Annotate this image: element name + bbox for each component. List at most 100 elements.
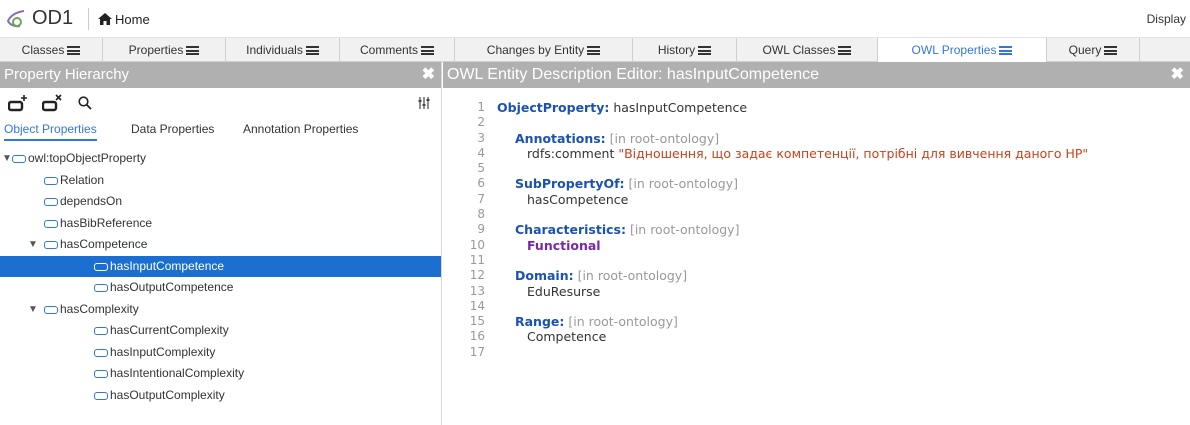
code-text: hasCompetence [527, 192, 628, 207]
line-number: 15 [469, 314, 485, 329]
object-property-icon [94, 370, 108, 378]
line-number: 14 [469, 298, 485, 313]
tree-node-label: hasCurrentComplexity [110, 323, 229, 337]
tab-query[interactable]: Query [1047, 38, 1140, 62]
subtab-object-properties[interactable]: Object Properties [4, 122, 97, 141]
tab-history[interactable]: History [633, 38, 737, 62]
object-property-icon [44, 219, 58, 228]
tree-node[interactable]: hasBibReference [0, 213, 441, 235]
line-number: 1 [477, 100, 485, 114]
sort-options-icon[interactable] [418, 97, 432, 109]
tab-individuals[interactable]: Individuals [226, 38, 340, 62]
object-property-icon [12, 155, 26, 163]
code-text: EduResurse [527, 284, 600, 299]
tree-node[interactable]: hasInputComplexity [0, 342, 441, 364]
code-line: 11 [443, 253, 1190, 268]
line-number: 7 [477, 191, 485, 206]
tab-label: Individuals [246, 43, 303, 57]
tree-node[interactable]: ▼ owl:topObjectProperty [0, 148, 441, 170]
code-token: hasInputCompetence [609, 100, 748, 115]
tree-node[interactable]: hasOutputCompetence [0, 277, 441, 299]
home-link[interactable]: Home [98, 10, 150, 28]
tree-node-label: hasOutputCompetence [110, 280, 234, 294]
search-icon[interactable] [78, 96, 92, 110]
line-number: 3 [477, 130, 485, 145]
tab-classes[interactable]: Classes [0, 38, 103, 62]
tab-properties[interactable]: Properties [103, 38, 226, 62]
object-property-icon [94, 391, 108, 400]
tab-label: Classes [21, 43, 65, 57]
top-bar: OD1 Home Display [0, 0, 1190, 38]
code-token: [in root-ontology] [573, 268, 688, 284]
code-line: 14 [443, 299, 1190, 314]
code-token: Characteristics: [515, 222, 626, 238]
code-line: 16 Competence [443, 329, 1190, 344]
object-property-icon [94, 348, 108, 357]
tab-label: OWL Classes [762, 43, 836, 57]
tab-comments[interactable]: Comments [340, 38, 455, 62]
tab-changes-by-entity[interactable]: Changes by Entity [455, 38, 633, 62]
tree-node[interactable]: ▼ hasCompetence [0, 234, 441, 256]
code-token: Domain: [515, 268, 574, 284]
object-property-icon [44, 241, 58, 249]
home-label: Home [115, 11, 150, 27]
tab-owl-properties[interactable]: OWL Properties [878, 38, 1047, 63]
subtab-data-properties[interactable]: Data Properties [131, 122, 214, 136]
code-token: EduResurse [527, 283, 601, 299]
code-text: Competence [527, 329, 606, 344]
code-token: [in root-ontology] [624, 176, 739, 192]
tree-node[interactable]: dependsOn [0, 191, 441, 213]
code-editor[interactable]: 1 ObjectProperty: hasInputCompetence 2 3 Ann… [443, 100, 1190, 360]
code-line: 10 Functional [443, 238, 1190, 253]
code-token: [in root-ontology] [625, 222, 740, 238]
tree-node[interactable]: hasIntentionalComplexity [0, 363, 441, 385]
tree-node[interactable]: ▼ hasComplexity [0, 299, 441, 321]
subtab-annotation-properties[interactable]: Annotation Properties [243, 122, 358, 136]
property-tree: ▼ owl:topObjectProperty Relation dependsOn h… [0, 148, 441, 406]
menu-icon[interactable] [421, 46, 434, 55]
tab-label: Comments [359, 43, 418, 57]
close-icon[interactable]: ✖ [422, 62, 435, 88]
line-number: 10 [469, 237, 485, 252]
line-number: 12 [469, 268, 485, 283]
code-text: Functional [527, 238, 601, 253]
code-line: 2 [443, 115, 1190, 130]
display-menu[interactable]: Display [1147, 12, 1186, 26]
close-icon[interactable]: ✖ [1171, 62, 1184, 88]
code-text: ObjectProperty: hasInputCompetence [497, 100, 747, 115]
menu-icon[interactable] [67, 46, 81, 55]
tab-label: OWL Properties [911, 43, 997, 57]
tree-node[interactable]: hasCurrentComplexity [0, 320, 441, 342]
tree-node[interactable]: Relation [0, 170, 441, 192]
code-line: 8 [443, 207, 1190, 222]
tree-node-label: hasCompetence [60, 237, 148, 251]
line-number: 5 [477, 161, 485, 176]
panel-title: Property Hierarchy [4, 66, 130, 83]
tree-node[interactable]: hasInputCompetence [0, 255, 441, 277]
expand-toggle-icon[interactable]: ▼ [28, 234, 38, 256]
tab-label: Properties [128, 43, 184, 57]
tab-owl-classes[interactable]: OWL Classes [737, 38, 878, 62]
menu-icon[interactable] [587, 46, 601, 55]
tree-node[interactable]: hasOutputComplexity [0, 385, 441, 407]
menu-icon[interactable] [305, 46, 319, 55]
code-token: Range: [515, 314, 565, 330]
menu-icon[interactable] [838, 46, 852, 55]
menu-icon[interactable] [186, 46, 200, 55]
code-line: 17 [443, 345, 1190, 360]
delete-property-icon[interactable] [42, 94, 64, 112]
add-property-icon[interactable] [8, 94, 30, 112]
expand-toggle-icon[interactable]: ▼ [2, 148, 12, 170]
code-token: Competence [527, 329, 607, 345]
object-property-icon [94, 327, 108, 335]
line-number: 17 [469, 344, 485, 359]
menu-icon[interactable] [999, 46, 1013, 55]
code-token: [in root-ontology] [605, 130, 720, 146]
expand-toggle-icon[interactable]: ▼ [28, 299, 38, 321]
code-text: rdfs:comment "Відношення, що задає компе… [527, 146, 1088, 161]
tree-node-label: dependsOn [60, 194, 123, 208]
object-property-icon [44, 176, 58, 185]
menu-icon[interactable] [698, 46, 712, 55]
code-token: ObjectProperty: [497, 100, 610, 115]
menu-icon[interactable] [1104, 46, 1118, 55]
